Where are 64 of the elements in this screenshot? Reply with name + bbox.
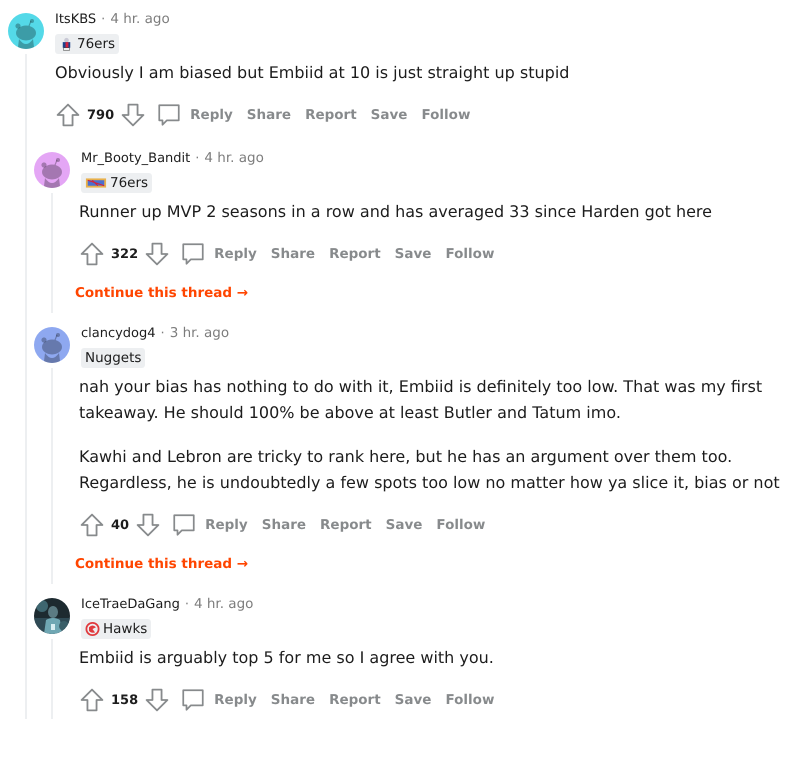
action-button[interactable]: Reply xyxy=(184,103,239,127)
separator: · xyxy=(160,326,165,341)
action-button[interactable]: Report xyxy=(314,513,378,537)
avatar-icon[interactable] xyxy=(34,152,70,188)
timestamp[interactable]: 4 hr. ago xyxy=(204,150,264,166)
avatar-icon[interactable] xyxy=(34,327,70,363)
downvote-button[interactable] xyxy=(135,512,162,538)
action-button[interactable]: Share xyxy=(256,513,312,537)
comment-icon[interactable] xyxy=(171,512,198,538)
action-button[interactable]: Save xyxy=(388,688,438,712)
separator: · xyxy=(195,151,200,166)
action-button[interactable]: Reply xyxy=(199,513,254,537)
upvote-button[interactable] xyxy=(79,512,105,538)
action-button[interactable]: Save xyxy=(364,103,414,127)
action-button[interactable]: Save xyxy=(388,242,438,266)
flair-text: Nuggets xyxy=(85,349,142,367)
author-name[interactable]: ItsKBS xyxy=(55,12,96,27)
action-button[interactable]: Report xyxy=(323,242,387,266)
action-button[interactable]: Follow xyxy=(439,688,500,712)
flair-text: 76ers xyxy=(110,174,148,192)
comment-text: Embiid is arguably top 5 for me so I agree with you. xyxy=(79,647,495,669)
avatar-icon[interactable] xyxy=(8,13,44,49)
banner-icon xyxy=(85,176,107,190)
comment-text: Obviously I am biased but Embiid at 10 is just straight up stupid xyxy=(55,62,570,84)
action-button[interactable]: Follow xyxy=(415,103,476,127)
action-button[interactable]: Save xyxy=(380,513,428,537)
downvote-button[interactable] xyxy=(144,687,170,713)
timestamp[interactable]: 4 hr. ago xyxy=(194,596,254,612)
author-name[interactable]: IceTraeDaGang xyxy=(81,597,180,612)
vote-count: 40 xyxy=(111,518,130,532)
timestamp[interactable]: 4 hr. ago xyxy=(110,11,170,27)
upvote-button[interactable] xyxy=(55,102,81,128)
action-button[interactable]: Follow xyxy=(439,242,500,266)
action-button[interactable]: Follow xyxy=(430,513,492,537)
upvote-button[interactable] xyxy=(79,687,105,713)
action-button[interactable]: Reply xyxy=(208,242,263,266)
comment-text: Runner up MVP 2 seasons in a row and has averaged 33 since Harden got here xyxy=(79,201,713,223)
downvote-button[interactable] xyxy=(120,102,146,128)
action-button[interactable]: Reply xyxy=(208,688,263,712)
vote-count: 322 xyxy=(111,246,138,262)
timestamp[interactable]: 3 hr. ago xyxy=(170,325,230,341)
action-button[interactable]: Share xyxy=(264,688,322,712)
continue-thread-link[interactable]: Continue this thread → xyxy=(75,285,248,301)
upvote-button[interactable] xyxy=(79,241,105,267)
hawk-logo-icon xyxy=(85,622,100,636)
action-button[interactable]: Report xyxy=(323,688,387,712)
vote-count: 158 xyxy=(111,692,138,708)
comment-text: Kawhi and Lebron are tricky to rank here, but he has an argument over them too. Regardless, he is undoubtedly a few spots too low no matter how ya slice it, bias or not xyxy=(79,446,781,494)
action-button[interactable]: Share xyxy=(264,242,322,266)
separator: · xyxy=(101,12,106,27)
flair-text: Hawks xyxy=(103,620,148,638)
comment-text: nah your bias has nothing to do with it, Embiid is definitely too low. That was my first takeaway. He should 100% be above at least Butler and Tatum imo. xyxy=(79,376,764,424)
action-button[interactable]: Share xyxy=(240,103,298,127)
comment-icon[interactable] xyxy=(180,241,206,267)
action-button[interactable]: Report xyxy=(299,103,363,127)
comment-icon[interactable] xyxy=(156,102,182,128)
comment-icon[interactable] xyxy=(180,687,206,713)
flair-text: 76ers xyxy=(77,35,116,53)
author-name[interactable]: clancydog4 xyxy=(81,326,156,341)
vote-count: 790 xyxy=(87,108,114,122)
author-name[interactable]: Mr_Booty_Bandit xyxy=(81,151,190,166)
continue-thread-link[interactable]: Continue this thread → xyxy=(75,556,248,572)
separator: · xyxy=(184,597,189,612)
downvote-button[interactable] xyxy=(144,241,170,267)
